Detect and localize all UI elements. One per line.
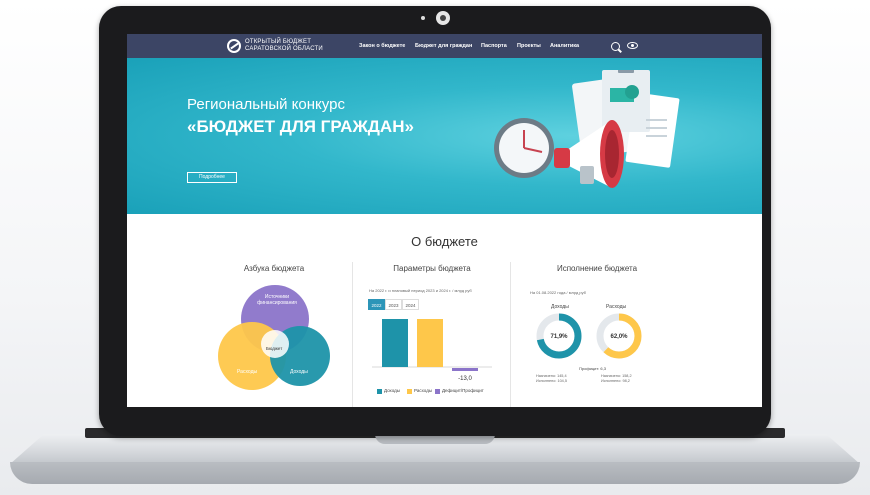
venn-expenses: Расходы [237,369,258,375]
camera-icon [436,11,450,25]
tab-2023[interactable]: 2023 [385,299,402,310]
legend-swatch [407,389,412,394]
more-button[interactable]: Подробнее [187,172,237,183]
slider-dot[interactable] [421,230,424,233]
logo-line2[interactable]: САРАТОВСКОЙ ОБЛАСТИ [245,46,323,52]
nav-citizens[interactable]: Бюджет для граждан [415,43,472,49]
slider-dot[interactable] [433,230,436,233]
expense-plan: Назначено: 158,2 [601,374,632,378]
nav-law[interactable]: Закон о бюджете [359,43,405,49]
donut-value-label: 62,0% [610,334,628,340]
nav-passports[interactable]: Паспорта [481,43,507,49]
about-title: О бюджете [411,234,478,249]
col-abc-title[interactable]: Азбука бюджета [184,264,364,273]
logo-icon[interactable] [227,39,241,53]
laptop-base-edge [10,462,860,484]
nav-analytics[interactable]: Аналитика [550,43,579,49]
search-icon[interactable] [611,42,620,51]
exec-note: На 01.08.2022 года / млрд руб [530,290,586,295]
slider-dot[interactable] [427,230,430,233]
eye-icon[interactable] [627,42,638,49]
hero-title-line2: «БЮДЖЕТ ДЛЯ ГРАЖДАН» [187,117,414,136]
bar-value-label: -13,0 [458,376,472,382]
legend-label: Доходы [384,388,401,393]
divider [352,262,353,407]
tab-2024[interactable]: 2024 [402,299,419,310]
col-exec-title[interactable]: Исполнение бюджета [507,264,687,273]
divider [510,262,511,407]
exec-donut-charts: 71,9% 62,0% [536,313,642,359]
slider-dot[interactable] [439,230,442,233]
expense-done: Исполнено: 98,2 [601,379,630,383]
hero-title-line1: Региональный конкурс [187,96,345,113]
hero-banner: Региональный конкурс «БЮДЖЕТ ДЛЯ ГРАЖДАН… [127,58,762,234]
legend-swatch [435,389,440,394]
profit-label: Профицит: 6,3 [579,366,606,371]
bar[interactable] [417,319,443,367]
screen: ОТКРЫТЫЙ БЮДЖЕТ САРАТОВСКОЙ ОБЛАСТИ Зако… [127,34,762,407]
hero-illustration [494,70,680,188]
income-done: Исполнено: 104,5 [536,379,567,383]
slider-dot[interactable] [403,230,406,233]
slider-dot[interactable] [445,230,448,233]
bar[interactable] [452,368,478,371]
legend-label: Дефицит/Профицит [442,388,484,393]
slider-dot[interactable] [415,230,418,233]
slider-dot[interactable] [451,230,454,233]
legend-swatch [377,389,382,394]
tab-2022[interactable]: 2022 [368,299,385,310]
logo-line1[interactable]: ОТКРЫТЫЙ БЮДЖЕТ [245,39,311,45]
sensor-dot [421,16,425,20]
slider-dot[interactable] [409,230,412,233]
params-note: На 2022 г. и плановый период 2023 и 2024… [369,288,472,293]
venn-budget: Бюджет [266,346,283,351]
legend-label: Расходы [414,388,433,393]
venn-income: Доходы [290,369,308,375]
venn-sources: Источники финансирования [257,294,297,306]
params-bar-chart: 145,3158,2-13,0 [372,319,492,382]
bar[interactable] [382,319,408,367]
navbar: ОТКРЫТЫЙ БЮДЖЕТ САРАТОВСКОЙ ОБЛАСТИ Зако… [127,34,762,58]
col-params-title[interactable]: Параметры бюджета [342,264,522,273]
income-plan: Назначено: 145,4 [536,374,567,378]
budget-core [261,330,289,358]
donut-value-label: 71,9% [550,334,568,340]
nav-projects[interactable]: Проекты [517,43,541,49]
